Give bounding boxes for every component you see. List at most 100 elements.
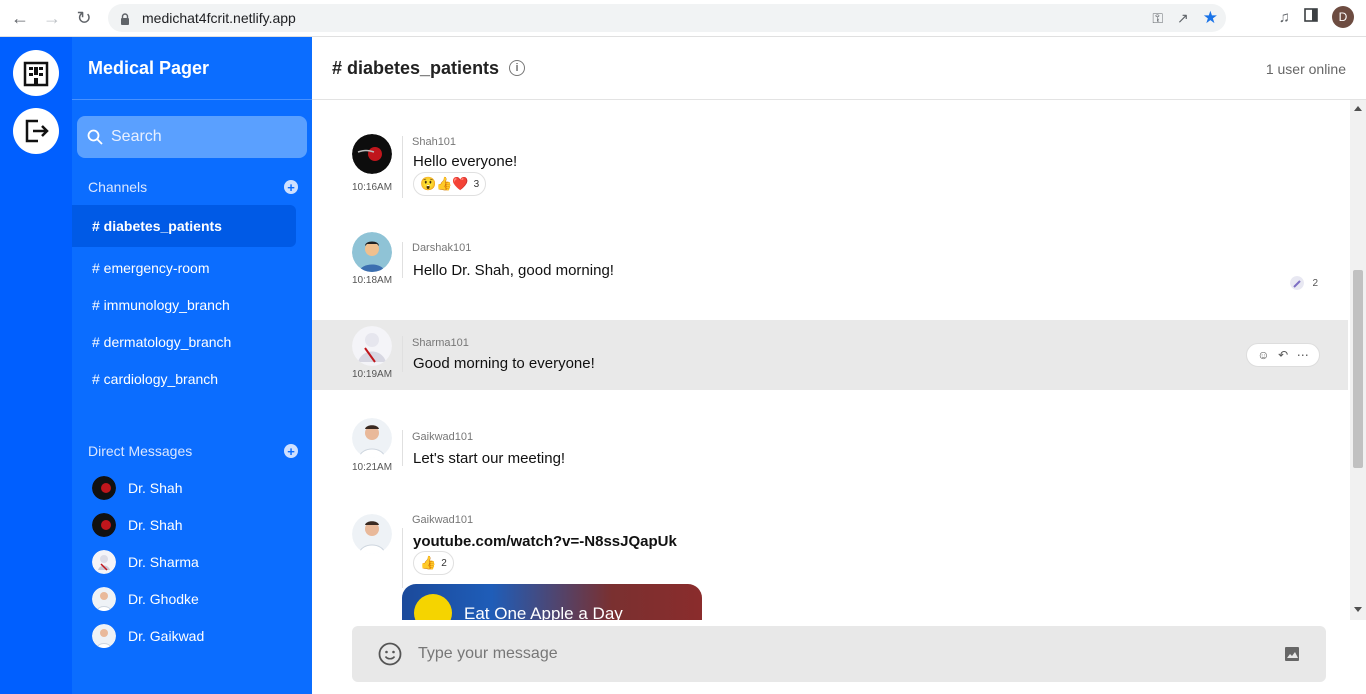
dm-label: Dr. Shah — [128, 480, 183, 496]
lock-icon — [120, 12, 130, 25]
info-icon[interactable]: i — [509, 60, 526, 76]
avatar — [92, 550, 116, 574]
channel-immunology-branch[interactable]: # immunology_branch — [72, 284, 296, 326]
browser-toolbar: ← → ↻ medichat4fcrit.netlify.app ⚿ ↗ ★ ♫… — [0, 0, 1366, 37]
more-options-icon[interactable]: ⋯ — [1297, 348, 1309, 362]
message-composer — [352, 626, 1326, 682]
scroll-thumb[interactable] — [1353, 270, 1363, 468]
message-text: Hello Dr. Shah, good morning! — [413, 262, 614, 279]
video-title: Eat One Apple a Day — [464, 604, 623, 620]
reaction-count: 3 — [473, 178, 480, 190]
dm-label: Dr. Ghodke — [128, 591, 199, 607]
message-link[interactable]: youtube.com/watch?v=-N8ssJQapUk — [413, 533, 677, 550]
message-author: Gaikwad101 — [412, 514, 474, 526]
reaction-bar[interactable]: 😲👍❤️ 3 — [413, 172, 487, 196]
image-upload-icon[interactable] — [1284, 646, 1300, 662]
dms-label: Direct Messages — [88, 443, 193, 459]
message-author: Sharma101 — [412, 337, 469, 349]
reaction-bar[interactable]: 👍 2 — [413, 551, 454, 575]
message[interactable]: 10:16AM Shah101 Hello everyone! 😲👍❤️ 3 — [312, 100, 1348, 206]
message-author: Darshak101 — [412, 242, 472, 254]
avatar — [352, 134, 392, 174]
message[interactable]: Gaikwad101 youtube.com/watch?v=-N8ssJQap… — [312, 502, 1348, 620]
message-list: 10:16AM Shah101 Hello everyone! 😲👍❤️ 3 1… — [312, 100, 1348, 620]
message-time: 10:16AM — [352, 182, 393, 193]
profile-avatar[interactable]: D — [1332, 6, 1354, 28]
brand-title: Medical Pager — [72, 37, 312, 100]
message-divider — [402, 430, 403, 466]
message-text: Let's start our meeting! — [413, 450, 566, 467]
channel-diabetes-patients[interactable]: # diabetes_patients — [72, 205, 296, 247]
add-reaction-icon[interactable]: ☺ — [1257, 348, 1269, 362]
avatar — [92, 624, 116, 648]
dm-label: Dr. Sharma — [128, 554, 199, 570]
reload-icon[interactable]: ↻ — [72, 6, 96, 30]
message[interactable]: 10:19AM Sharma101 Good morning to everyo… — [312, 320, 1348, 390]
channels-header: Channels + — [88, 179, 298, 195]
search-icon — [87, 129, 103, 145]
message-input[interactable] — [418, 645, 1258, 663]
hospital-icon[interactable] — [13, 50, 59, 96]
address-bar[interactable]: medichat4fcrit.netlify.app ⚿ ↗ ★ — [108, 4, 1226, 32]
avatar — [92, 476, 116, 500]
url-text: medichat4fcrit.netlify.app — [142, 10, 296, 26]
avatar — [1290, 276, 1305, 290]
share-icon[interactable]: ↗ — [1177, 10, 1189, 27]
back-icon[interactable]: ← — [8, 6, 32, 30]
channel-header: # diabetes_patients i 1 user online — [312, 37, 1366, 100]
dm-item[interactable]: Dr. Ghodke — [92, 587, 199, 611]
icon-rail — [0, 37, 72, 694]
search-box[interactable] — [77, 116, 307, 158]
message-text: Hello everyone! — [413, 153, 518, 170]
app: Medical Pager Channels + # diabetes_pati… — [0, 37, 1366, 694]
online-status: 1 user online — [1265, 61, 1346, 77]
avatar — [352, 514, 392, 554]
search-input[interactable] — [111, 128, 291, 146]
reaction-emojis: 👍 — [420, 555, 437, 570]
add-dm-icon[interactable]: + — [284, 444, 298, 458]
thread-reply-count[interactable]: 2 — [1290, 276, 1318, 290]
scroll-down-icon[interactable] — [1354, 607, 1362, 612]
side-panel-icon[interactable] — [1304, 7, 1318, 27]
scrollbar[interactable] — [1350, 100, 1366, 620]
channel-dermatology-branch[interactable]: # dermatology_branch — [72, 321, 296, 363]
scroll-up-icon[interactable] — [1354, 106, 1362, 111]
dm-item[interactable]: Dr. Shah — [92, 476, 182, 500]
dm-item[interactable]: Dr. Shah — [92, 513, 182, 537]
forward-icon[interactable]: → — [40, 6, 64, 30]
dms-header: Direct Messages + — [88, 443, 298, 459]
message-actions: ☺ ↶ ⋯ — [1246, 343, 1320, 367]
media-icon[interactable]: ♫ — [1279, 9, 1290, 26]
channel-emergency-room[interactable]: # emergency-room — [72, 247, 296, 289]
channel-cardiology-branch[interactable]: # cardiology_branch — [72, 358, 296, 400]
channel-logo-icon — [414, 594, 452, 620]
logout-icon[interactable] — [13, 108, 59, 154]
key-icon[interactable]: ⚿ — [1152, 10, 1163, 27]
add-channel-icon[interactable]: + — [284, 180, 298, 194]
chat-panel: # diabetes_patients i 1 user online 10:1… — [312, 37, 1366, 694]
dm-label: Dr. Shah — [128, 517, 183, 533]
emoji-icon[interactable] — [378, 642, 402, 666]
message-author: Shah101 — [412, 136, 457, 148]
dm-item[interactable]: Dr. Sharma — [92, 550, 199, 574]
avatar — [92, 513, 116, 537]
avatar — [352, 326, 392, 366]
sidebar: Medical Pager Channels + # diabetes_pati… — [72, 37, 312, 694]
bookmark-star-icon[interactable]: ★ — [1203, 8, 1218, 28]
message[interactable]: 10:18AM Darshak101 Hello Dr. Shah, good … — [312, 206, 1348, 320]
message[interactable]: 10:21AM Gaikwad101 Let's start our meeti… — [312, 390, 1348, 502]
avatar — [352, 232, 392, 272]
reaction-emojis: 😲👍❤️ — [420, 176, 469, 191]
message-divider — [402, 136, 403, 198]
reaction-count: 2 — [441, 557, 447, 569]
message-divider — [402, 336, 403, 372]
reply-icon[interactable]: ↶ — [1278, 348, 1288, 362]
message-time: 10:19AM — [352, 369, 393, 380]
channel-title: # diabetes_patients — [332, 57, 500, 78]
dm-label: Dr. Gaikwad — [128, 628, 205, 644]
message-divider — [402, 528, 403, 588]
message-divider — [402, 242, 403, 278]
dm-item[interactable]: Dr. Gaikwad — [92, 624, 204, 648]
video-preview[interactable]: Eat One Apple a Day — [402, 584, 702, 620]
avatar — [352, 418, 392, 458]
